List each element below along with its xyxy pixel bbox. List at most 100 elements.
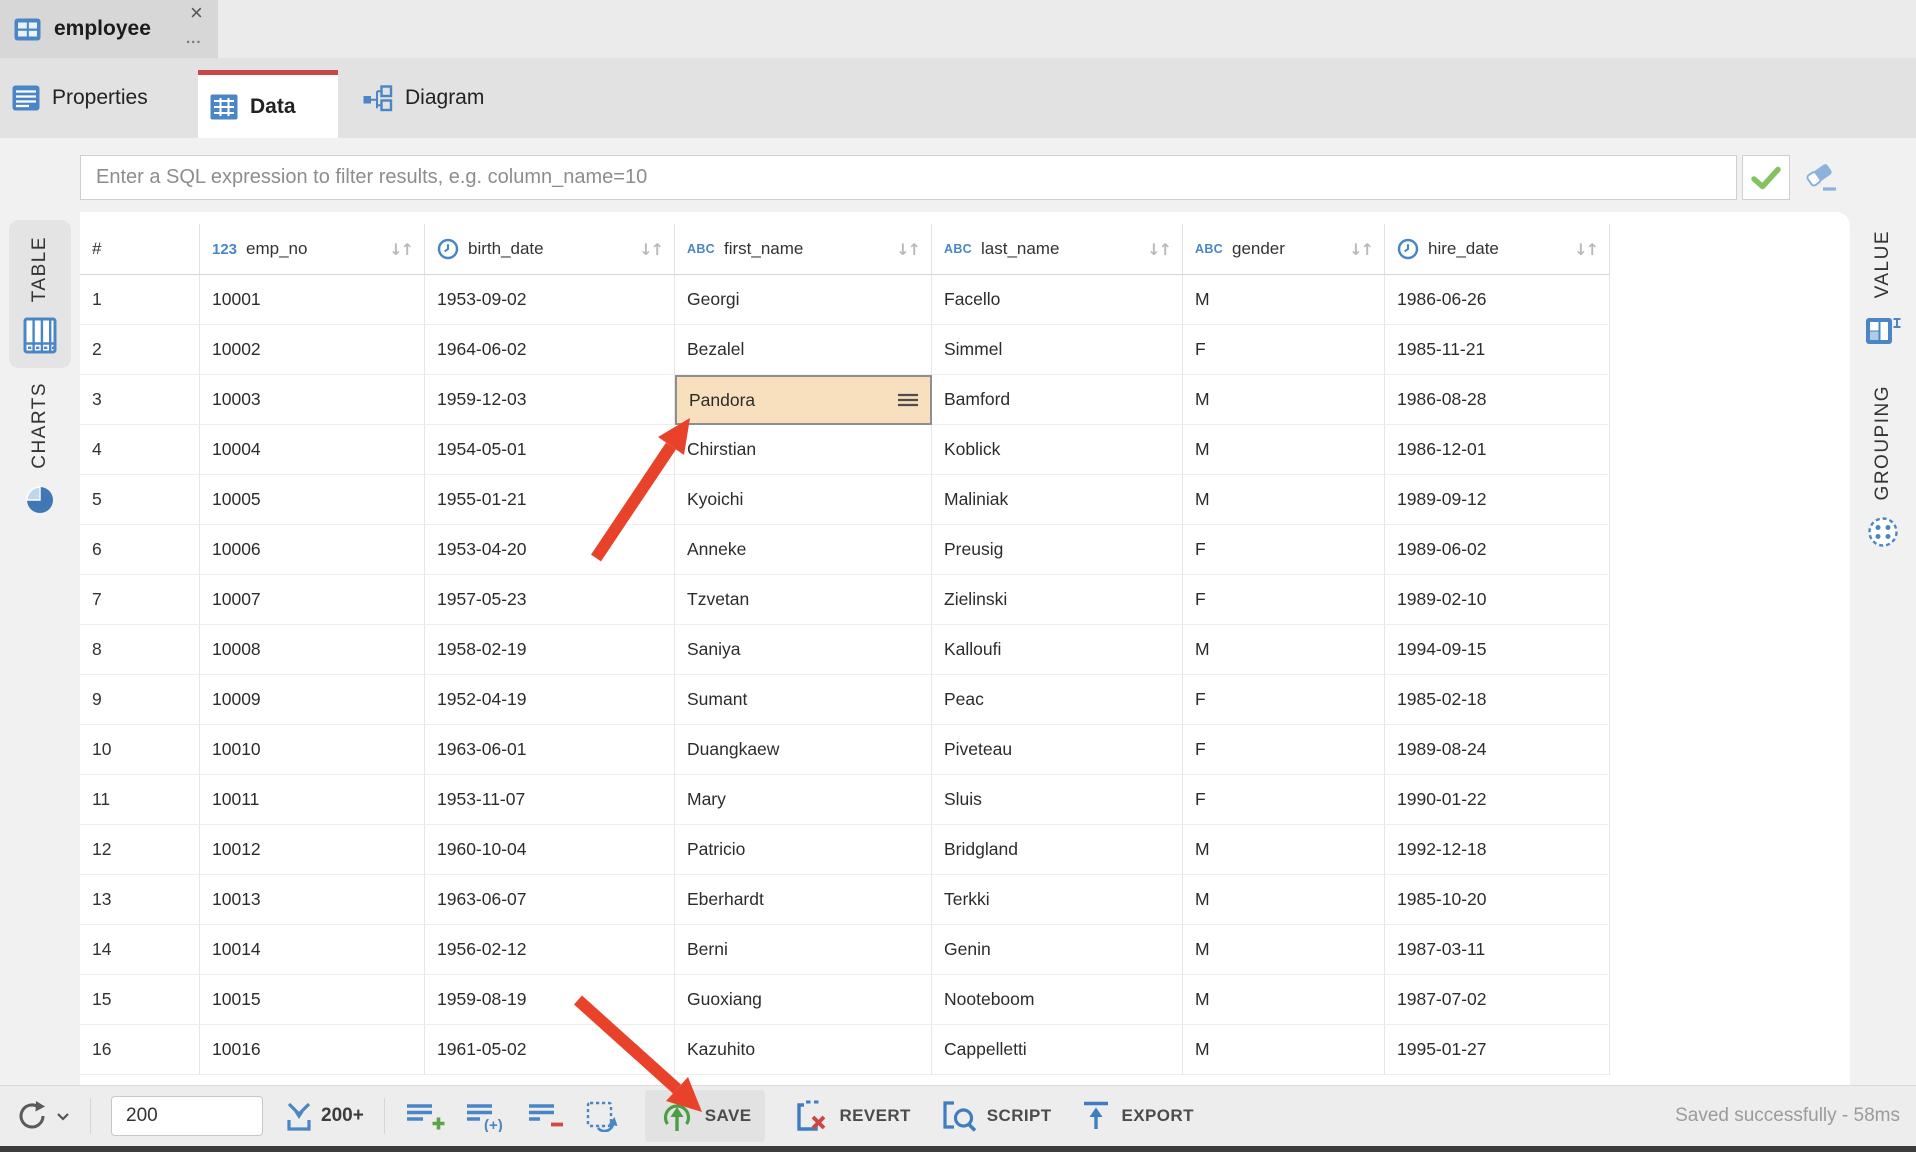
data-cell-last_name[interactable]: Bridgland [932,825,1183,875]
data-cell-first_name[interactable]: Mary [675,775,932,825]
data-cell-last_name[interactable]: Koblick [932,425,1183,475]
data-cell-emp_no[interactable]: 10007 [200,575,425,625]
data-cell-last_name[interactable]: Sluis [932,775,1183,825]
data-cell-hire_date[interactable]: 1987-07-02 [1385,975,1610,1025]
data-cell-emp_no[interactable]: 10002 [200,325,425,375]
data-cell-last_name[interactable]: Piveteau [932,725,1183,775]
sort-icon[interactable]: ↓↑ [639,240,662,259]
data-cell-gender[interactable]: M [1183,875,1385,925]
data-cell-first_name[interactable]: Kazuhito [675,1025,932,1075]
fetch-more-button[interactable]: 200+ [283,1101,364,1132]
column-header-gender[interactable]: ABCgender↓↑ [1183,224,1385,275]
data-cell-emp_no[interactable]: 10008 [200,625,425,675]
data-cell-first_name[interactable]: Anneke [675,525,932,575]
data-cell-gender[interactable]: F [1183,575,1385,625]
panel-tab-charts[interactable]: CHARTS [0,382,80,516]
data-cell-gender[interactable]: M [1183,425,1385,475]
row-number-cell[interactable]: 7 [80,575,200,625]
data-cell-first_name[interactable]: Saniya [675,625,932,675]
row-number-cell[interactable]: 2 [80,325,200,375]
row-number-cell[interactable]: 10 [80,725,200,775]
data-cell-hire_date[interactable]: 1990-01-22 [1385,775,1610,825]
data-cell-hire_date[interactable]: 1987-03-11 [1385,925,1610,975]
row-number-cell[interactable]: 6 [80,525,200,575]
data-cell-first_name[interactable]: Tzvetan [675,575,932,625]
sort-icon[interactable]: ↓↑ [389,240,412,259]
row-number-cell[interactable]: 11 [80,775,200,825]
row-number-cell[interactable]: 15 [80,975,200,1025]
column-header-birth_date[interactable]: birth_date↓↑ [425,224,675,275]
data-cell-birth_date[interactable]: 1964-06-02 [425,325,675,375]
data-cell-gender[interactable]: M [1183,1025,1385,1075]
data-cell-birth_date[interactable]: 1963-06-01 [425,725,675,775]
row-number-cell[interactable]: 13 [80,875,200,925]
data-cell-birth_date[interactable]: 1963-06-07 [425,875,675,925]
data-cell-emp_no[interactable]: 10011 [200,775,425,825]
data-cell-birth_date[interactable]: 1953-09-02 [425,275,675,325]
data-cell-emp_no[interactable]: 10009 [200,675,425,725]
sort-icon[interactable]: ↓↑ [896,240,919,259]
data-cell-gender[interactable]: F [1183,325,1385,375]
data-cell-birth_date[interactable]: 1955-01-21 [425,475,675,525]
editor-tab-employee[interactable]: employee × ... [0,0,218,58]
data-cell-emp_no[interactable]: 10010 [200,725,425,775]
data-cell-birth_date[interactable]: 1952-04-19 [425,675,675,725]
sort-icon[interactable]: ↓↑ [1574,240,1597,259]
close-icon[interactable]: × [190,2,203,24]
row-number-cell[interactable]: 4 [80,425,200,475]
sort-icon[interactable]: ↓↑ [1147,240,1170,259]
data-cell-emp_no[interactable]: 10006 [200,525,425,575]
data-cell-gender[interactable]: F [1183,525,1385,575]
script-button[interactable]: SCRIPT [939,1099,1052,1133]
data-cell-hire_date[interactable]: 1994-09-15 [1385,625,1610,675]
row-number-cell[interactable]: 1 [80,275,200,325]
data-cell-last_name[interactable]: Facello [932,275,1183,325]
add-row-button[interactable] [405,1101,445,1132]
data-cell-gender[interactable]: M [1183,825,1385,875]
data-cell-hire_date[interactable]: 1985-02-18 [1385,675,1610,725]
data-cell-first_name[interactable]: Georgi [675,275,932,325]
row-number-cell[interactable]: 8 [80,625,200,675]
data-cell-emp_no[interactable]: 10013 [200,875,425,925]
tab-properties[interactable]: Properties [0,58,198,138]
data-cell-last_name[interactable]: Preusig [932,525,1183,575]
row-number-cell[interactable]: 14 [80,925,200,975]
row-number-cell[interactable]: 9 [80,675,200,725]
clear-filter-button[interactable] [1798,161,1842,195]
column-header-emp_no[interactable]: 123emp_no↓↑ [200,224,425,275]
data-cell-birth_date[interactable]: 1961-05-02 [425,1025,675,1075]
apply-filter-button[interactable] [1742,155,1790,200]
data-cell-gender[interactable]: M [1183,475,1385,525]
save-button[interactable]: SAVE [645,1090,766,1142]
data-cell-last_name[interactable]: Cappelletti [932,1025,1183,1075]
tab-overflow-icon[interactable]: ... [186,30,202,47]
data-cell-last_name[interactable]: Nooteboom [932,975,1183,1025]
panel-tab-grouping[interactable]: GROUPING [1850,385,1916,549]
column-header-first_name[interactable]: ABCfirst_name↓↑ [675,224,932,275]
revert-button[interactable]: REVERT [793,1099,910,1133]
selected-cell[interactable]: Pandora [675,375,932,425]
refresh-cell-button[interactable] [585,1100,619,1132]
data-cell-last_name[interactable]: Simmel [932,325,1183,375]
data-cell-last_name[interactable]: Genin [932,925,1183,975]
data-cell-hire_date[interactable]: 1986-12-01 [1385,425,1610,475]
panel-tab-value[interactable]: VALUE [1850,230,1916,347]
data-cell-gender[interactable]: M [1183,625,1385,675]
data-cell-first_name[interactable]: Duangkaew [675,725,932,775]
data-cell-emp_no[interactable]: 10004 [200,425,425,475]
panel-tab-table[interactable]: TABLE [9,220,71,368]
data-cell-hire_date[interactable]: 1989-08-24 [1385,725,1610,775]
column-header-last_name[interactable]: ABClast_name↓↑ [932,224,1183,275]
data-cell-last_name[interactable]: Bamford [932,375,1183,425]
data-cell-first_name[interactable]: Patricio [675,825,932,875]
data-cell-hire_date[interactable]: 1992-12-18 [1385,825,1610,875]
data-cell-hire_date[interactable]: 1986-08-28 [1385,375,1610,425]
data-cell-emp_no[interactable]: 10001 [200,275,425,325]
export-button[interactable]: EXPORT [1080,1099,1194,1133]
data-cell-birth_date[interactable]: 1956-02-12 [425,925,675,975]
data-cell-last_name[interactable]: Zielinski [932,575,1183,625]
data-cell-emp_no[interactable]: 10003 [200,375,425,425]
data-cell-hire_date[interactable]: 1989-09-12 [1385,475,1610,525]
data-cell-emp_no[interactable]: 10012 [200,825,425,875]
row-number-cell[interactable]: 16 [80,1025,200,1075]
